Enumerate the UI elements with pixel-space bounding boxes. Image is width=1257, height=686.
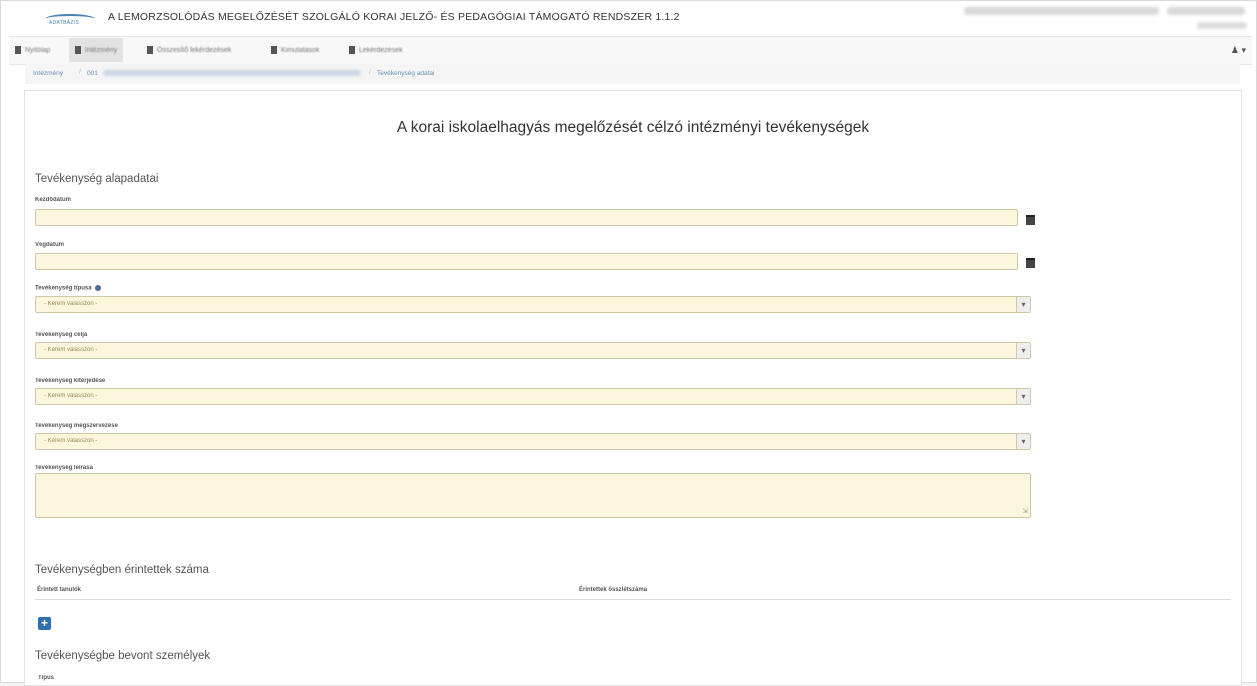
nav-item-label: Lekérdezések	[359, 46, 403, 54]
activity-goal-label: Tevékenység célja	[35, 332, 88, 338]
logout-link[interactable]	[1197, 22, 1247, 29]
select-placeholder: - Kérem válasszon -	[44, 347, 98, 353]
institution-icon	[75, 46, 81, 54]
start-date-label: Kezdődátum	[35, 197, 71, 203]
activity-type-label-text: Tevékenység típusa	[35, 285, 92, 292]
nav-item-queries[interactable]: Lekérdezések	[349, 45, 403, 55]
chevron-down-icon[interactable]: ▾	[1016, 389, 1030, 404]
app-header: ADATBÁZIS A LEMORZSOLÓDÁS MEGELŐZÉSÉT SZ…	[9, 1, 1252, 36]
end-date-input[interactable]	[35, 253, 1018, 270]
breadcrumb-item-institution[interactable]: Intézmény	[33, 70, 63, 77]
plus-icon: +	[40, 616, 48, 630]
affected-table-header: Érintett tanulók Érintettek összlétszáma	[35, 587, 1231, 600]
select-placeholder: - Kérem válasszon -	[44, 438, 98, 444]
start-date-input[interactable]	[35, 209, 1018, 226]
section-title-basic: Tevékenység alapadatai	[35, 173, 159, 185]
calendar-icon[interactable]	[1026, 215, 1035, 225]
list-icon	[349, 46, 355, 54]
report-icon	[147, 46, 153, 54]
home-icon	[15, 46, 21, 54]
user-icon: ♟	[1230, 45, 1239, 55]
activity-type-label: Tevékenység típusa	[35, 285, 101, 292]
select-placeholder: - Kérem válasszon -	[44, 301, 98, 307]
nav-item-label: Nyitólap	[25, 46, 51, 54]
activity-organization-select[interactable]: - Kérem válasszon - ▾	[35, 433, 1031, 450]
app-title: A LEMORZSOLÓDÁS MEGELŐZÉSÉT SZOLGÁLÓ KOR…	[108, 11, 680, 23]
activity-description-textarea[interactable]: ⇲	[35, 473, 1031, 518]
activity-description-label: Tevékenység leírása	[35, 465, 93, 471]
main-panel: A korai iskolaelhagyás megelőzését célzó…	[24, 90, 1242, 686]
add-row-button[interactable]: +	[38, 617, 51, 630]
nav-item-label: Kimutatások	[281, 46, 320, 54]
chart-icon	[271, 46, 277, 54]
table-header-students: Érintett tanulók	[37, 587, 82, 593]
breadcrumb-item-code[interactable]: 001	[87, 70, 98, 77]
nav-item-institution[interactable]: Intézmény	[69, 38, 124, 62]
activity-scope-label: Tevékenység kiterjedése	[35, 378, 106, 384]
section-title-affected: Tevékenységben érintettek száma	[35, 564, 209, 576]
browser-frame: ADATBÁZIS A LEMORZSOLÓDÁS MEGELŐZÉSÉT SZ…	[0, 0, 1257, 686]
table-header-total: Érintettek összlétszáma	[579, 587, 648, 593]
nav-item-label: Intézmény	[85, 46, 118, 54]
main-navbar: Nyitólap Intézmény Összesítő lekérdezése…	[9, 36, 1252, 65]
info-icon[interactable]	[94, 285, 101, 291]
user-info-secondary	[1167, 7, 1245, 15]
logo: ADATBÁZIS	[43, 14, 101, 28]
select-placeholder: - Kérem válasszon -	[44, 393, 98, 399]
breadcrumb: Intézmény / 001 / Tevékenység adatai	[25, 64, 1240, 84]
nav-item-home[interactable]: Nyitólap	[15, 45, 50, 55]
activity-type-select[interactable]: - Kérem válasszon - ▾	[35, 296, 1031, 313]
end-date-label: Végdátum	[35, 242, 65, 248]
nav-item-statistics[interactable]: Kimutatások	[271, 45, 320, 55]
section-title-persons: Tevékenységbe bevont személyek	[35, 650, 211, 662]
chevron-down-icon[interactable]: ▾	[1016, 343, 1030, 358]
persons-table-header-type: Típus	[38, 675, 54, 681]
nav-item-summary-reports[interactable]: Összesítő lekérdezések	[147, 45, 231, 55]
breadcrumb-item-current: Tevékenység adatai	[377, 70, 435, 77]
activity-organization-label: Tevékenység megszervezése	[35, 423, 118, 429]
chevron-down-icon: ▾	[1241, 45, 1246, 55]
user-info	[964, 7, 1159, 15]
resize-handle-icon[interactable]: ⇲	[1022, 507, 1028, 515]
chevron-down-icon[interactable]: ▾	[1016, 297, 1030, 312]
activity-goal-select[interactable]: - Kérem válasszon - ▾	[35, 342, 1031, 359]
activity-scope-select[interactable]: - Kérem válasszon - ▾	[35, 388, 1031, 405]
logo-text: ADATBÁZIS	[49, 20, 80, 26]
page-title: A korai iskolaelhagyás megelőzését célzó…	[396, 119, 870, 136]
user-menu-toggle[interactable]: ♟ ▾	[1231, 45, 1246, 56]
nav-item-label: Összesítő lekérdezések	[157, 46, 232, 54]
breadcrumb-item-institution-name[interactable]	[103, 70, 361, 76]
chevron-down-icon[interactable]: ▾	[1016, 434, 1030, 449]
calendar-icon[interactable]	[1026, 258, 1035, 268]
